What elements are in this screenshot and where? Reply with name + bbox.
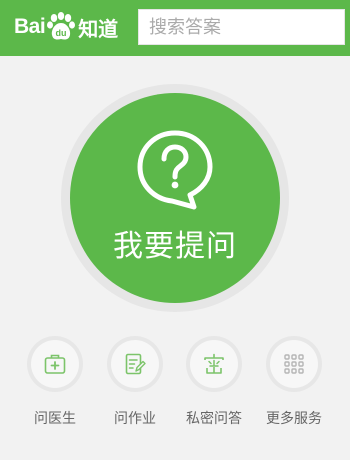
shortcut-inner	[111, 340, 159, 388]
question-bubble-icon	[132, 127, 218, 213]
shortcut-ring	[186, 336, 242, 392]
shortcut-inner	[270, 340, 318, 388]
shortcut-more-services[interactable]: 更多服务	[254, 336, 334, 436]
search-input[interactable]	[139, 10, 344, 44]
shortcut-label: 问医生	[34, 411, 76, 427]
private-icon	[204, 353, 224, 374]
search-box[interactable]	[138, 9, 345, 45]
shortcut-private-qa[interactable]: 私密问答	[174, 336, 254, 436]
logo-text-zhidao: 知道	[78, 16, 119, 41]
baidu-zhidao-logo[interactable]: Bai du 知道	[14, 10, 118, 44]
ask-question-button[interactable]: 我要提问	[70, 93, 280, 303]
homework-icon	[125, 353, 146, 375]
shortcut-inner	[31, 340, 79, 388]
shortcut-label: 更多服务	[266, 411, 322, 427]
shortcut-ring	[266, 336, 322, 392]
shortcut-label: 问作业	[114, 411, 156, 427]
shortcut-ask-homework[interactable]: 问作业	[95, 336, 175, 436]
top-bar: Bai du 知道	[0, 0, 350, 56]
ask-question-label: 我要提问	[113, 229, 237, 264]
paw-icon: du	[46, 12, 76, 42]
shortcut-ring	[107, 336, 163, 392]
logo-paw-text: du	[56, 28, 67, 38]
shortcut-ask-doctor[interactable]: 问医生	[15, 336, 95, 436]
medical-kit-icon	[44, 354, 66, 374]
logo-text-bai: Bai	[14, 15, 46, 38]
shortcut-row: 问医生 问作业 私密问答 更多服务	[0, 336, 350, 436]
shortcut-label: 私密问答	[186, 411, 242, 427]
grid-icon	[284, 354, 304, 374]
shortcut-inner	[190, 340, 238, 388]
shortcut-ring	[27, 336, 83, 392]
